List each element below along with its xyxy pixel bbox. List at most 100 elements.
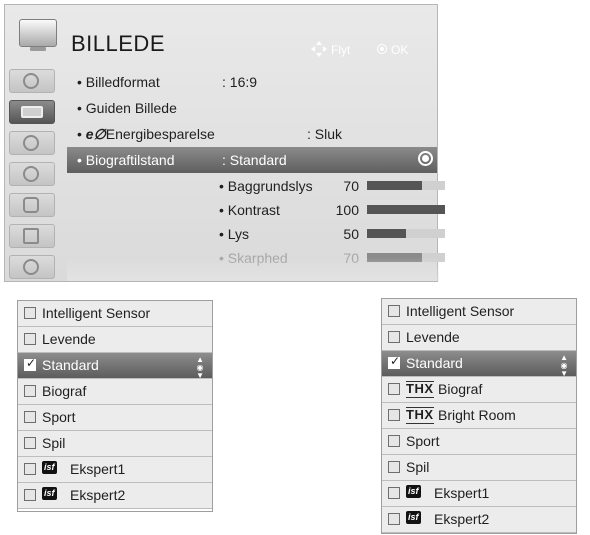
menu-item-biograftilstand[interactable]: • Biograftilstand : Standard — [67, 147, 437, 173]
checkbox[interactable] — [24, 385, 36, 397]
clock-icon — [23, 166, 39, 182]
cinema-mode-list-left: Intelligent Sensor Levende ✓ Standard ▲ ◉ ▼ Bio… — [17, 300, 213, 512]
list-option-label: Biograf — [438, 381, 483, 397]
checkbox[interactable] — [388, 305, 400, 317]
menu-item-label: • e∅Energibesparelse — [77, 126, 215, 143]
list-option[interactable]: Biograf — [18, 379, 212, 405]
adjust-value: 70 — [343, 178, 359, 194]
list-option-label: Intelligent Sensor — [406, 303, 515, 319]
list-option-label: Intelligent Sensor — [42, 305, 151, 321]
menu-item-value: : Sluk — [307, 126, 343, 142]
list-option-label: Ekspert2 — [434, 511, 490, 527]
adjust-bar[interactable] — [367, 229, 445, 238]
list-option-label: Sport — [42, 409, 76, 425]
menu-item-guiden-billede[interactable]: • Guiden Billede — [67, 95, 437, 121]
checkbox[interactable] — [24, 333, 36, 345]
adjust-baggrundslys[interactable]: • Baggrundslys 70 — [219, 175, 445, 197]
move-hint: Flyt — [331, 43, 351, 57]
menu-item-billedformat[interactable]: • Billedformat : 16:9 — [67, 69, 437, 95]
list-option[interactable]: Levende — [382, 325, 576, 351]
adjust-bar-fill — [367, 205, 445, 214]
list-option[interactable]: Spil — [18, 431, 212, 457]
checkbox[interactable] — [388, 409, 400, 421]
sidebar-item-disc[interactable] — [9, 69, 55, 93]
list-option-label: Levende — [406, 329, 460, 345]
adjust-bar[interactable] — [367, 181, 445, 190]
adjust-label: • Lys — [219, 226, 250, 242]
checkbox[interactable] — [24, 437, 36, 449]
lock-icon — [23, 197, 39, 213]
list-option-label: Ekspert1 — [434, 485, 490, 501]
ok-hint: OK — [391, 43, 409, 57]
isf-logo-icon: isf — [406, 485, 421, 498]
list-option[interactable]: isf Ekspert1 — [382, 481, 576, 507]
sidebar-item-option[interactable] — [9, 224, 55, 248]
checkbox[interactable] — [24, 463, 36, 475]
thx-logo-icon: THX — [406, 381, 434, 398]
list-option[interactable]: ✓ Standard ▲ ◉ ▼ — [382, 351, 576, 378]
sidebar-item-lock[interactable] — [9, 193, 55, 217]
radio-selected-icon — [418, 151, 433, 166]
list-option[interactable]: Spil — [382, 455, 576, 481]
list-option[interactable]: isf Ekspert1 — [18, 457, 212, 483]
list-option[interactable]: Levende — [18, 327, 212, 353]
sidebar-item-picture[interactable] — [9, 100, 55, 124]
menu-item-value: : 16:9 — [222, 74, 258, 90]
list-option-label: Spil — [42, 435, 66, 451]
sidebar-item-network[interactable] — [9, 255, 55, 279]
list-option[interactable]: isf Ekspert2 — [382, 507, 576, 533]
adjust-lys[interactable]: • Lys 50 — [219, 223, 445, 245]
eco-icon: e∅ — [85, 126, 106, 142]
checkbox[interactable] — [388, 331, 400, 343]
adjust-skarphed[interactable]: • Skarphed 70 — [219, 247, 445, 269]
adjust-label: • Skarphed — [219, 250, 288, 266]
list-option[interactable]: isf Ekspert2 — [18, 483, 212, 509]
list-option[interactable]: ✓ Standard ▲ ◉ ▼ — [18, 353, 212, 380]
adjust-bar-fill — [367, 181, 422, 190]
sidebar-item-time[interactable] — [9, 162, 55, 186]
checkbox[interactable] — [24, 411, 36, 423]
adjust-value: 70 — [343, 250, 359, 266]
checkbox[interactable]: ✓ — [24, 357, 36, 371]
list-option[interactable]: Intelligent Sensor — [18, 301, 212, 327]
list-option[interactable]: THX Biograf — [382, 377, 576, 403]
checkbox[interactable]: ✓ — [388, 354, 401, 369]
adjust-value: 100 — [335, 202, 359, 218]
list-option[interactable]: Intelligent Sensor — [382, 299, 576, 325]
isf-logo-icon: isf — [42, 487, 57, 500]
checkbox[interactable] — [388, 435, 400, 447]
checkbox[interactable] — [24, 307, 36, 319]
globe-icon — [23, 259, 39, 275]
checkbox[interactable] — [388, 461, 400, 473]
checkbox[interactable] — [388, 487, 400, 499]
menu-item-label: • Guiden Billede — [77, 100, 177, 116]
sidebar — [5, 67, 60, 281]
check-icon: ✓ — [390, 354, 401, 368]
adjust-bar[interactable] — [367, 205, 445, 214]
up-down-icon: ▲ ◉ ▼ — [196, 355, 204, 380]
bullet: • — [77, 126, 86, 142]
list-option-label: Sport — [406, 433, 440, 449]
monitor-icon — [21, 106, 43, 118]
adjust-bar[interactable] — [367, 253, 445, 262]
adjust-label: • Kontrast — [219, 202, 280, 218]
list-option[interactable]: Sport — [18, 405, 212, 431]
box-icon — [23, 228, 39, 244]
list-option-label: Levende — [42, 331, 96, 347]
checkbox[interactable] — [388, 383, 400, 395]
isf-logo-icon: isf — [42, 461, 57, 474]
ok-button-icon — [377, 44, 387, 54]
list-option-label: Standard — [406, 355, 463, 371]
list-option[interactable]: THX Bright Room — [382, 403, 576, 429]
list-option-label: Ekspert1 — [70, 461, 126, 477]
checkbox[interactable] — [388, 513, 400, 525]
energy-label: Energibesparelse — [105, 126, 215, 142]
menu-title: BILLEDE — [71, 31, 165, 56]
adjust-kontrast[interactable]: • Kontrast 100 — [219, 199, 445, 221]
menu-item-energibesparelse[interactable]: • e∅Energibesparelse : Sluk — [67, 121, 437, 147]
list-option[interactable]: Sport — [382, 429, 576, 455]
menu-header: BILLEDE Flyt OK — [5, 5, 437, 67]
isf-logo-icon: isf — [406, 511, 421, 524]
checkbox[interactable] — [24, 489, 36, 501]
sidebar-item-audio[interactable] — [9, 131, 55, 155]
